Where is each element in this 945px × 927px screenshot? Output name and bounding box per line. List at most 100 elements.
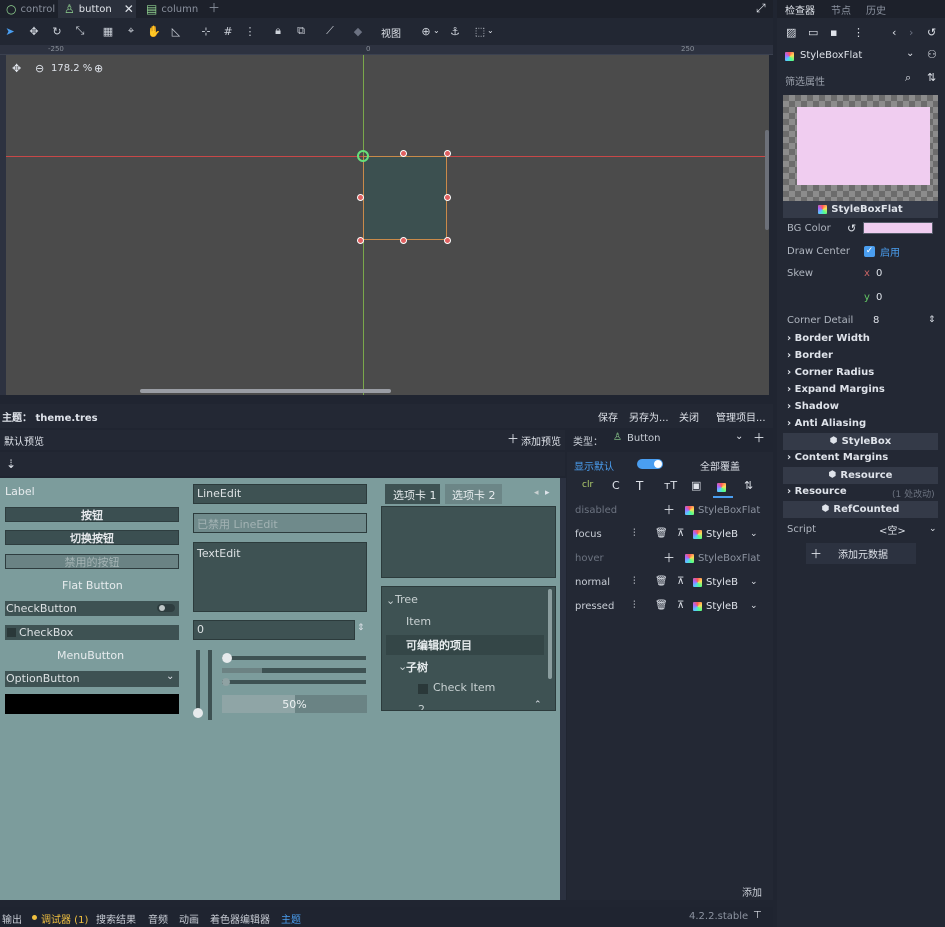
open-folder-icon[interactable]: ▭ — [808, 27, 818, 38]
unpin-icon[interactable]: ⊼ — [677, 577, 693, 587]
section-shadow[interactable]: › Shadow — [787, 401, 839, 412]
tree-more-item[interactable]: 2 — [418, 703, 425, 710]
tree-checkbox-icon[interactable] — [418, 684, 428, 694]
slider-grabber[interactable] — [193, 708, 203, 718]
tab-prev-icon[interactable]: ◂ — [534, 489, 539, 498]
save-button[interactable]: 保存 — [598, 409, 618, 424]
object-menu-icon[interactable]: ⚇ — [927, 49, 937, 60]
panel-toggle-icon[interactable]: ⊤ — [753, 911, 762, 921]
scale-tool-icon[interactable]: ⤡ — [70, 21, 90, 41]
vertical-scrollbar[interactable] — [765, 130, 769, 230]
add-metadata-button[interactable]: ＋ 添加元数据 — [806, 543, 916, 564]
resize-handle[interactable] — [357, 194, 364, 201]
filter-properties-input[interactable]: 筛选属性 — [785, 73, 825, 88]
preview-button[interactable]: 按钮 — [5, 507, 179, 522]
resize-handle[interactable] — [444, 194, 451, 201]
resize-handle[interactable] — [357, 237, 364, 244]
resize-handle[interactable] — [400, 150, 407, 157]
preview-text-edit[interactable]: TextEdit — [193, 542, 367, 612]
preview-check-box[interactable]: CheckBox — [5, 625, 179, 640]
smart-snap-icon[interactable]: ⊹ — [196, 21, 216, 41]
add-tab-icon[interactable]: ＋ — [208, 2, 220, 14]
pivot-handle[interactable] — [357, 150, 369, 162]
scene-tab-button[interactable]: ♙ button ✕ — [58, 0, 136, 18]
add-type-icon[interactable]: ＋ — [753, 432, 765, 444]
chevron-down-icon[interactable]: ⌄ — [906, 49, 914, 59]
chevron-down-icon[interactable]: ⌄ — [929, 524, 937, 534]
selectable-list-icon[interactable]: ▦ — [98, 21, 118, 41]
tree-item[interactable]: Item — [406, 615, 431, 628]
add-preview-button[interactable]: 添加预览 — [521, 433, 561, 448]
add-override-icon[interactable]: ＋ — [663, 504, 685, 516]
move-tool-icon[interactable]: ✥ — [24, 21, 44, 41]
tree-subtree[interactable]: 子树 — [406, 659, 428, 675]
trash-icon[interactable]: 🗑︎ — [655, 601, 677, 611]
show-default-toggle[interactable] — [637, 459, 663, 469]
preview-vscrollbar[interactable] — [208, 650, 212, 720]
pin-icon[interactable]: ⫶ — [633, 529, 655, 539]
scene-tab-column[interactable]: ▤ column — [140, 0, 204, 18]
tab-debugger[interactable]: 调试器 (1) — [41, 911, 88, 926]
more-options-icon[interactable]: ⋮ — [853, 27, 864, 38]
skew-x-input[interactable]: 0 — [876, 268, 882, 279]
horizontal-scrollbar[interactable] — [140, 389, 391, 393]
section-resource[interactable]: › Resource — [787, 486, 847, 497]
color-type-icon[interactable]: clr — [582, 481, 593, 490]
preview-color-picker-button[interactable] — [5, 694, 179, 714]
tab-default-preview[interactable]: 默认预览 — [4, 433, 44, 448]
tab-theme[interactable]: 主题 — [281, 911, 301, 926]
grid-snap-icon[interactable]: # — [218, 21, 238, 41]
close-icon[interactable]: ✕ — [124, 3, 134, 15]
add-override-icon[interactable]: ＋ — [663, 552, 685, 564]
chevron-down-icon[interactable]: ⌄ — [750, 601, 758, 611]
skew-y-input[interactable]: 0 — [876, 292, 882, 303]
lock-icon[interactable]: 🔒︎ — [268, 21, 288, 41]
filter-settings-icon[interactable]: ⇅ — [927, 72, 936, 83]
script-picker[interactable]: <空> — [879, 522, 929, 537]
zoom-level[interactable]: 178.2 % — [51, 63, 92, 74]
resize-handle[interactable] — [400, 237, 407, 244]
tab-output[interactable]: 输出 — [2, 911, 22, 926]
history-icon[interactable]: ↺ — [927, 27, 936, 38]
pan-tool-icon[interactable]: ✋ — [144, 21, 164, 41]
preview-tab-1[interactable]: 选项卡 1 — [385, 484, 440, 504]
preview-tree[interactable]: ⌄ Tree Item 可编辑的项目 ⌄ 子树 Check Item 2 ⌃ — [381, 586, 556, 711]
tab-inspector[interactable]: 检查器 — [785, 2, 815, 17]
constant-type-icon[interactable]: C — [612, 480, 620, 491]
pin-icon[interactable]: ⫶ — [633, 577, 655, 587]
preview-hslider-2[interactable] — [222, 678, 366, 686]
spin-arrows-icon[interactable]: ⇕ — [928, 315, 936, 325]
trash-icon[interactable]: 🗑︎ — [655, 577, 677, 587]
unpin-icon[interactable]: ⊼ — [677, 601, 693, 611]
forward-icon[interactable]: › — [909, 27, 913, 38]
ruler-tool-icon[interactable]: ◺ — [166, 21, 186, 41]
revert-icon[interactable]: ↺ — [847, 223, 863, 234]
group-icon[interactable]: ⧉ — [291, 21, 311, 41]
tab-history[interactable]: 历史 — [866, 2, 886, 17]
stylebox-type-icon[interactable] — [717, 482, 726, 495]
rotate-tool-icon[interactable]: ↻ — [47, 21, 67, 41]
save-icon[interactable]: ▪ — [830, 27, 837, 38]
preview-vslider[interactable] — [193, 650, 203, 718]
row-value[interactable]: StyleBoxFlat — [698, 553, 760, 564]
manage-items-button[interactable]: 管理项目... — [716, 409, 766, 424]
unpin-icon[interactable]: ⊼ — [677, 529, 693, 539]
select-tool-icon[interactable]: ➤ — [0, 21, 20, 41]
new-resource-icon[interactable]: ▨ — [786, 27, 796, 38]
resize-handle[interactable] — [444, 237, 451, 244]
version-label[interactable]: 4.2.2.stable — [689, 911, 748, 922]
save-as-button[interactable]: 另存为... — [629, 409, 669, 424]
override-all-button[interactable]: 全部覆盖 — [700, 458, 740, 473]
type-select[interactable]: Button — [627, 433, 661, 444]
pin-icon[interactable]: ⫶ — [633, 601, 655, 611]
view-menu[interactable]: 视图 — [381, 25, 401, 40]
zoom-out-icon[interactable]: ⊖ — [35, 63, 44, 74]
search-icon[interactable]: ⌕ — [905, 72, 911, 83]
distraction-free-icon[interactable]: ⤢ — [756, 2, 766, 14]
slider-grabber[interactable] — [222, 653, 232, 663]
row-value[interactable]: StyleB — [706, 601, 738, 612]
center-view-icon[interactable]: ✥ — [12, 63, 21, 74]
section-border-width[interactable]: › Border Width — [787, 333, 870, 344]
preview-tab-2[interactable]: 选项卡 2 — [445, 484, 502, 504]
spin-arrows-icon[interactable]: ⇕ — [357, 624, 365, 633]
